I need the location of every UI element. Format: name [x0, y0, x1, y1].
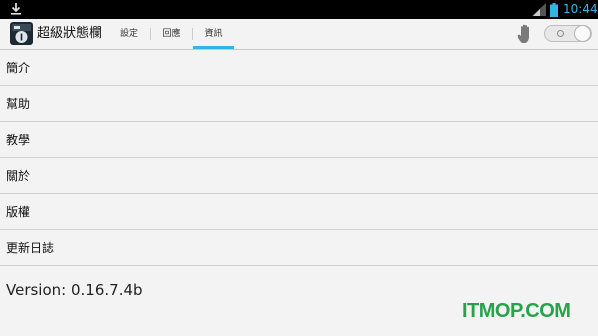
tab-label: 回應: [162, 29, 181, 39]
menu-item-label: 關於: [6, 169, 31, 183]
toggle-knob: [574, 25, 591, 42]
action-bar: 超級狀態欄 設定 回應 資訊: [0, 19, 598, 50]
download-icon: [11, 3, 21, 15]
menu-item-tutorial[interactable]: 教學: [0, 122, 598, 158]
menu-item-introduction[interactable]: 簡介: [0, 50, 598, 86]
battery-icon: [550, 3, 558, 17]
app-icon[interactable]: [10, 22, 33, 45]
menu-item-copyright[interactable]: 版權: [0, 194, 598, 230]
app-title: 超級狀態欄: [37, 26, 103, 41]
menu-item-label: 簡介: [6, 61, 31, 75]
menu-item-label: 版權: [6, 205, 31, 219]
toggle-off-indicator: [557, 30, 564, 37]
tab-label: 資訊: [204, 29, 223, 39]
clock: 10:44: [563, 2, 598, 16]
menu-item-help[interactable]: 幫助: [0, 86, 598, 122]
tab-settings[interactable]: 設定: [108, 19, 150, 49]
hand-icon[interactable]: [516, 23, 536, 45]
menu-item-label: 更新日誌: [6, 241, 55, 255]
menu-item-about[interactable]: 關於: [0, 158, 598, 194]
watermark: ITMOP.COM: [462, 300, 571, 322]
status-bar: 10:44: [0, 0, 598, 19]
enable-toggle[interactable]: [544, 25, 592, 42]
version-label: Version: 0.16.7.4b: [6, 281, 143, 299]
info-menu-list: 簡介 幫助 教學 關於 版權 更新日誌: [0, 50, 598, 266]
menu-item-label: 教學: [6, 133, 31, 147]
tab-info[interactable]: 資訊: [193, 19, 234, 49]
menu-item-label: 幫助: [6, 97, 31, 111]
tab-label: 設定: [119, 29, 138, 39]
menu-item-changelog[interactable]: 更新日誌: [0, 230, 598, 266]
signal-icon: [532, 3, 546, 16]
tab-feedback[interactable]: 回應: [151, 19, 192, 49]
